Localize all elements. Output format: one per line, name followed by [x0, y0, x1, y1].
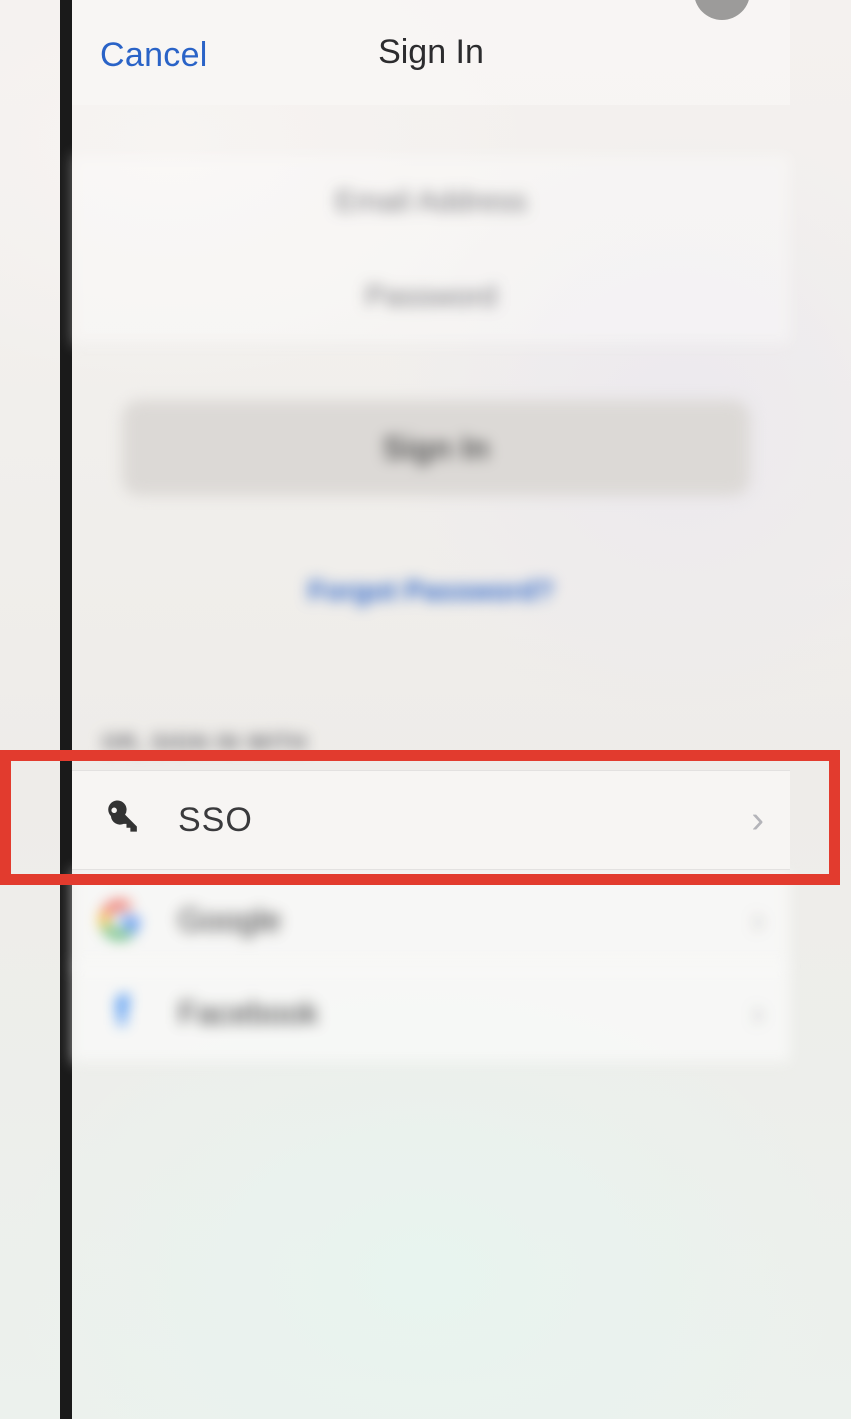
chevron-right-icon: ›: [752, 899, 764, 941]
password-placeholder: Password: [365, 280, 497, 314]
email-field[interactable]: Email Address: [72, 155, 790, 250]
sign-in-button[interactable]: Sign In: [122, 400, 750, 496]
cancel-button[interactable]: Cancel: [100, 36, 208, 75]
sign-in-sso-row[interactable]: SSO ›: [72, 770, 790, 870]
sign-in-label: Sign In: [383, 430, 490, 467]
sign-in-google-row[interactable]: Google ›: [72, 870, 790, 970]
alt-signin-label: OR, SIGN IN WITH: [102, 730, 307, 756]
google-label: Google: [178, 902, 752, 939]
facebook-label: Facebook: [178, 995, 752, 1032]
sso-label: SSO: [178, 801, 751, 840]
credentials-form: Email Address Password: [72, 155, 790, 345]
email-placeholder: Email Address: [335, 185, 527, 219]
password-field[interactable]: Password: [72, 250, 790, 345]
page-title: Sign In: [378, 33, 484, 72]
chevron-right-icon: ›: [751, 799, 764, 842]
phone-frame: Cancel Sign In Email Address Password Si…: [60, 0, 790, 1419]
forgot-password-link[interactable]: Forgot Password?: [72, 575, 790, 607]
facebook-icon: f: [94, 987, 146, 1039]
key-icon: [94, 794, 146, 846]
google-icon: [94, 894, 146, 946]
chevron-right-icon: ›: [752, 992, 764, 1034]
nav-bar: Cancel Sign In: [72, 0, 790, 105]
sign-in-facebook-row[interactable]: f Facebook ›: [72, 963, 790, 1063]
